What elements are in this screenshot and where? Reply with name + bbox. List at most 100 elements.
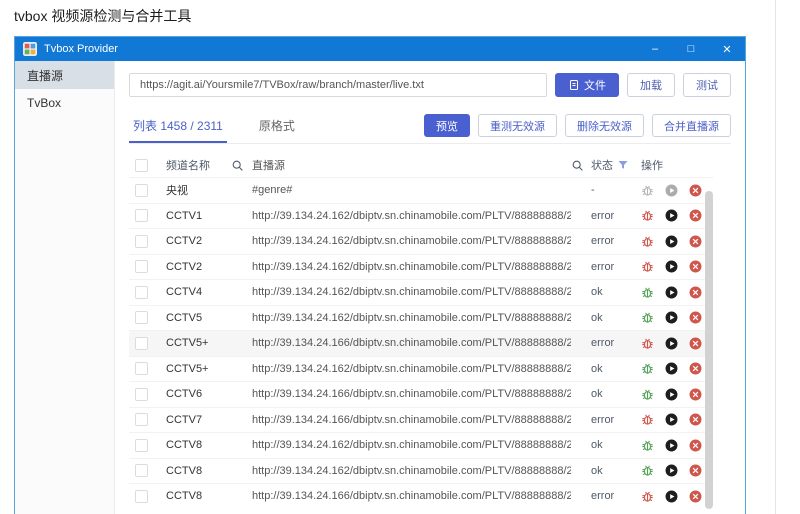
status-text: ok	[591, 464, 603, 477]
preview-button[interactable]: 预览	[424, 114, 470, 137]
play-icon[interactable]	[665, 286, 678, 299]
delete-icon[interactable]	[689, 209, 702, 222]
debug-bug-icon[interactable]	[641, 362, 654, 375]
channel-name: CCTV2	[166, 235, 203, 248]
table-row[interactable]: CCTV8 http://39.134.24.162/dbiptv.sn.chin…	[129, 432, 713, 458]
delete-icon[interactable]	[689, 184, 702, 197]
debug-bug-icon[interactable]	[641, 209, 654, 222]
play-icon[interactable]	[665, 337, 678, 350]
load-button[interactable]: 加载	[627, 73, 675, 97]
play-icon[interactable]	[665, 464, 678, 477]
row-checkbox[interactable]	[135, 285, 148, 299]
sidebar: 直播源 TvBox	[15, 61, 115, 514]
table-row[interactable]: CCTV5+ http://39.134.24.162/dbiptv.sn.chi…	[129, 355, 713, 382]
table-row[interactable]: CCTV2 http://39.134.24.162/dbiptv.sn.chin…	[129, 253, 713, 280]
search-icon[interactable]	[571, 159, 591, 172]
status-text: error	[591, 413, 615, 426]
row-checkbox[interactable]	[135, 183, 148, 197]
page-divider	[775, 0, 776, 514]
play-icon[interactable]	[665, 235, 678, 248]
delete-icon[interactable]	[689, 260, 702, 273]
debug-bug-icon[interactable]	[641, 311, 654, 324]
row-checkbox[interactable]	[135, 209, 148, 223]
vertical-scrollbar[interactable]	[705, 191, 713, 509]
minimize-button[interactable]: –	[637, 37, 673, 61]
select-all-checkbox[interactable]	[135, 158, 148, 172]
row-checkbox[interactable]	[135, 387, 148, 401]
status-text: ok	[591, 439, 603, 452]
delete-icon[interactable]	[689, 490, 702, 503]
row-checkbox[interactable]	[135, 260, 148, 274]
test-button[interactable]: 测试	[683, 73, 731, 97]
merge-sources-button[interactable]: 合并直播源	[652, 114, 731, 137]
table-row[interactable]: 央视 #genre# -	[129, 177, 713, 203]
play-icon[interactable]	[665, 311, 678, 324]
close-button[interactable]: ✕	[709, 37, 745, 61]
source-url: http://39.134.24.162/dbiptv.sn.chinamobi…	[252, 286, 571, 299]
header-operations: 操作	[641, 160, 663, 172]
row-checkbox[interactable]	[135, 234, 148, 248]
source-url: http://39.134.24.166/dbiptv.sn.chinamobi…	[252, 388, 571, 401]
table-row[interactable]: CCTV8 http://39.134.24.162/dbiptv.sn.chin…	[129, 457, 713, 484]
delete-icon[interactable]	[689, 413, 702, 426]
table-row[interactable]: CCTV8 http://39.134.24.166/dbiptv.sn.chin…	[129, 483, 713, 509]
source-url: http://39.134.24.162/dbiptv.sn.chinamobi…	[252, 260, 571, 273]
maximize-button[interactable]: □	[673, 37, 709, 61]
debug-bug-icon[interactable]	[641, 184, 654, 197]
source-url: #genre#	[252, 184, 293, 197]
debug-bug-icon[interactable]	[641, 388, 654, 401]
debug-bug-icon[interactable]	[641, 286, 654, 299]
play-icon[interactable]	[665, 362, 678, 375]
table-row[interactable]: CCTV5+ http://39.134.24.166/dbiptv.sn.chi…	[129, 330, 713, 356]
status-text: ok	[591, 362, 603, 375]
source-url: http://39.134.24.162/dbiptv.sn.chinamobi…	[252, 311, 571, 324]
delete-icon[interactable]	[689, 439, 702, 452]
debug-bug-icon[interactable]	[641, 235, 654, 248]
row-checkbox[interactable]	[135, 413, 148, 427]
delete-icon[interactable]	[689, 464, 702, 477]
table-row[interactable]: CCTV5 http://39.134.24.162/dbiptv.sn.chin…	[129, 304, 713, 331]
play-icon[interactable]	[665, 388, 678, 401]
play-icon[interactable]	[665, 413, 678, 426]
delete-icon[interactable]	[689, 235, 702, 248]
play-icon[interactable]	[665, 209, 678, 222]
debug-bug-icon[interactable]	[641, 337, 654, 350]
play-icon[interactable]	[665, 439, 678, 452]
table-row[interactable]: CCTV4 http://39.134.24.162/dbiptv.sn.chin…	[129, 279, 713, 305]
delete-icon[interactable]	[689, 311, 702, 324]
tab-list[interactable]: 列表 1458 / 2311	[129, 111, 227, 143]
table-row[interactable]: CCTV6 http://39.134.24.166/dbiptv.sn.chin…	[129, 381, 713, 407]
row-checkbox[interactable]	[135, 438, 148, 452]
debug-bug-icon[interactable]	[641, 439, 654, 452]
play-icon[interactable]	[665, 184, 678, 197]
filter-icon[interactable]	[617, 159, 629, 171]
delete-icon[interactable]	[689, 337, 702, 350]
window-controls: – □ ✕	[637, 37, 745, 61]
debug-bug-icon[interactable]	[641, 413, 654, 426]
delete-icon[interactable]	[689, 362, 702, 375]
tab-raw-format[interactable]: 原格式	[255, 111, 299, 143]
url-input[interactable]	[129, 73, 547, 97]
sidebar-item-live-source[interactable]: 直播源	[15, 61, 114, 89]
table-row[interactable]: CCTV7 http://39.134.24.166/dbiptv.sn.chin…	[129, 406, 713, 433]
play-icon[interactable]	[665, 260, 678, 273]
debug-bug-icon[interactable]	[641, 490, 654, 503]
row-checkbox[interactable]	[135, 311, 148, 325]
table-row[interactable]: CCTV2 http://39.134.24.162/dbiptv.sn.chin…	[129, 228, 713, 254]
row-checkbox[interactable]	[135, 464, 148, 478]
row-checkbox[interactable]	[135, 336, 148, 350]
search-icon[interactable]	[231, 159, 252, 172]
debug-bug-icon[interactable]	[641, 260, 654, 273]
row-checkbox[interactable]	[135, 362, 148, 376]
file-button[interactable]: 文件	[555, 73, 619, 97]
table-row[interactable]: CCTV1 http://39.134.24.162/dbiptv.sn.chin…	[129, 202, 713, 229]
delete-icon[interactable]	[689, 388, 702, 401]
play-icon[interactable]	[665, 490, 678, 503]
row-checkbox[interactable]	[135, 489, 148, 503]
status-text: ok	[591, 388, 603, 401]
delete-icon[interactable]	[689, 286, 702, 299]
debug-bug-icon[interactable]	[641, 464, 654, 477]
sidebar-item-tvbox[interactable]: TvBox	[15, 89, 114, 117]
retest-invalid-button[interactable]: 重测无效源	[478, 114, 557, 137]
delete-invalid-button[interactable]: 删除无效源	[565, 114, 644, 137]
